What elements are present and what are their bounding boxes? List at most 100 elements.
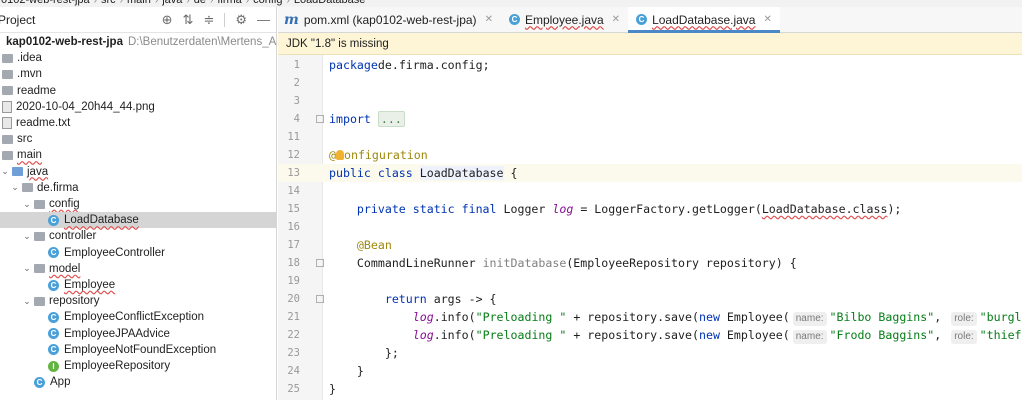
tree-item[interactable]: .idea [0, 50, 276, 66]
breadcrumb-items: 0102-web-rest-jpa › src › main › java › de › firma… [0, 0, 369, 7]
tree-item[interactable]: C App [0, 374, 276, 390]
code-token: "Frodo Baggins" [829, 328, 935, 342]
tree-item[interactable]: C EmployeeConflictException [0, 309, 276, 325]
tree-item[interactable]: ⌄ java [0, 164, 276, 180]
source-folder-icon [12, 167, 23, 177]
minimize-icon[interactable]: — [257, 12, 270, 27]
chevron-down-icon[interactable]: ⌄ [10, 182, 20, 193]
code-line[interactable]: 23 }; [278, 344, 1022, 362]
code-line[interactable]: 14 [278, 182, 1022, 200]
fold-toggle-icon[interactable] [316, 115, 324, 123]
code-token: private static final [356, 202, 504, 216]
tree-item[interactable]: C Employee [0, 277, 276, 293]
tree-item[interactable]: ⌄ de.firma [0, 180, 276, 196]
tree-item[interactable]: src [0, 131, 276, 147]
project-panel-title[interactable]: Project [0, 13, 35, 27]
code-line[interactable]: 18 CommandLineRunner initDatabase(Employ… [278, 254, 1022, 272]
code-line[interactable]: 20 return args -> { [278, 290, 1022, 308]
tree-item[interactable]: .mvn [0, 66, 276, 82]
class-icon: C [48, 214, 59, 226]
code-editor[interactable]: 1 packagede.firma.config; 2 3 4 import ... 11 1… [278, 55, 1022, 400]
code-line[interactable]: 13 public class LoadDatabase { [278, 164, 1022, 182]
breadcrumb-item[interactable]: java [158, 0, 186, 6]
code-line[interactable]: 1 packagede.firma.config; [278, 56, 1022, 74]
code-line[interactable]: 19 [278, 272, 1022, 290]
code-token: @Bean [356, 238, 392, 252]
file-icon [2, 100, 12, 113]
tab-label: LoadDatabase.java [652, 12, 756, 27]
tree-item[interactable]: main [0, 147, 276, 163]
parameter-hint: name: [792, 330, 827, 344]
code-token: "Preloading " [475, 328, 567, 342]
breadcrumb-item[interactable]: 0102-web-rest-jpa [0, 0, 94, 6]
tree-item[interactable]: ⌄ repository [0, 293, 276, 309]
line-number: 23 [287, 347, 300, 359]
code-token: new [698, 328, 727, 342]
line-number: 2 [293, 77, 300, 89]
chevron-down-icon[interactable]: ⌄ [22, 199, 32, 210]
chevron-down-icon[interactable]: ⌄ [22, 296, 32, 307]
code-line[interactable]: 15 private static final Logger log = Log… [278, 200, 1022, 218]
close-icon[interactable]: ✕ [612, 14, 620, 25]
breadcrumb-item[interactable]: LoadDatabase [290, 0, 370, 6]
tree-item[interactable]: 2020-10-04_20h44_44.png [0, 99, 276, 115]
tree-item[interactable]: readme [0, 83, 276, 99]
breadcrumb-item[interactable]: src [97, 0, 120, 6]
code-line[interactable]: 21 log.info("Preloading " + repository.s… [278, 308, 1022, 326]
editor-tab[interactable]: C LoadDatabase.java ✕ [628, 7, 780, 33]
parameter-hint: role: [951, 330, 977, 344]
tree-item[interactable]: readme.txt [0, 115, 276, 131]
fold-toggle-icon[interactable] [316, 259, 324, 267]
tree-item[interactable]: ⌄ controller [0, 228, 276, 244]
tree-item[interactable]: ⌄ model [0, 261, 276, 277]
chevron-down-icon[interactable]: ⌄ [22, 263, 32, 274]
tree-item[interactable]: C EmployeeController [0, 245, 276, 261]
gear-icon[interactable]: ⚙ [235, 12, 247, 28]
code-token: public class [329, 166, 420, 180]
code-line[interactable]: 3 [278, 92, 1022, 110]
code-line[interactable]: 11 [278, 128, 1022, 146]
tree-item[interactable]: ⌄ config [0, 196, 276, 212]
chevron-down-icon[interactable]: ⌄ [0, 166, 10, 177]
code-line[interactable]: 12 @ onfiguration [278, 146, 1022, 164]
line-number: 12 [287, 149, 300, 161]
tree-item[interactable]: C EmployeeNotFoundException [0, 342, 276, 358]
tree-item[interactable]: kap0102-web-rest-jpa D:\Benutzerdaten\Mer… [0, 34, 276, 50]
editor-tab[interactable]: m pom.xml (kap0102-web-rest-jpa) ✕ [278, 7, 501, 32]
code-line[interactable]: 16 [278, 218, 1022, 236]
breadcrumb-item[interactable]: main [123, 0, 155, 6]
close-icon[interactable]: ✕ [485, 14, 493, 25]
close-icon[interactable]: ✕ [763, 14, 771, 25]
breadcrumb-item[interactable]: firma [213, 0, 245, 6]
expand-all-icon[interactable]: ≑ [203, 12, 214, 28]
code-token: "burglar" [979, 310, 1022, 324]
code-token: new [698, 310, 727, 324]
collapse-all-icon[interactable]: ⇅ [183, 12, 194, 28]
tree-item[interactable]: C EmployeeJPAAdvice [0, 326, 276, 342]
tree-item-label: main [17, 149, 42, 162]
editor-tab[interactable]: C Employee.java ✕ [501, 7, 628, 32]
breadcrumb-item[interactable]: config [249, 0, 286, 6]
tree-item-label: .mvn [17, 68, 42, 81]
folded-imports[interactable]: ... [377, 111, 405, 127]
code-line[interactable]: 22 log.info("Preloading " + repository.s… [278, 326, 1022, 344]
editor-tabs: m pom.xml (kap0102-web-rest-jpa) ✕ C Employe… [278, 7, 1022, 33]
code-line[interactable]: 17 @Bean [278, 236, 1022, 254]
tree-item[interactable]: I EmployeeRepository [0, 358, 276, 374]
intention-bulb-icon[interactable] [335, 150, 344, 160]
code-line[interactable]: 25} [278, 380, 1022, 398]
locate-target-icon[interactable]: ⊕ [162, 12, 173, 28]
tree-item[interactable]: C LoadDatabase [0, 212, 276, 229]
fold-toggle-icon[interactable] [316, 295, 324, 303]
maven-icon: m [284, 11, 299, 28]
parameter-hint: role: [951, 312, 977, 326]
breadcrumb-item[interactable]: de [190, 0, 210, 6]
code-line[interactable]: 4 import ... [278, 110, 1022, 128]
code-line[interactable]: 24 } [278, 362, 1022, 380]
chevron-down-icon[interactable]: ⌄ [22, 231, 32, 242]
code-line[interactable]: 2 [278, 74, 1022, 92]
code-text: } [329, 380, 336, 398]
code-text: log.info("Preloading " + repository.save… [329, 326, 1022, 344]
